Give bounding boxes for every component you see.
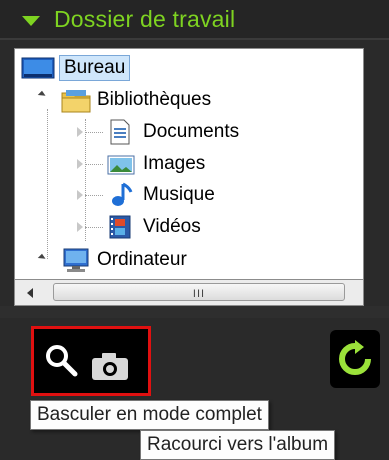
tree-item-label: Images: [143, 153, 206, 174]
scrollbar-thumb[interactable]: III: [53, 283, 345, 301]
tree-connector: [47, 109, 48, 259]
panel-header[interactable]: Dossier de travail: [0, 0, 389, 40]
tree-expander-closed-icon[interactable]: [77, 127, 83, 137]
tree-expander-closed-icon[interactable]: [77, 222, 83, 232]
panel-footer-strip: [0, 306, 389, 318]
tree-connector: [85, 227, 103, 228]
tree-item-videos[interactable]: Vidéos: [105, 212, 201, 242]
picture-icon: [107, 155, 135, 175]
desktop-icon: [21, 57, 55, 79]
tree-expander-closed-icon[interactable]: [77, 159, 83, 169]
folder-tree[interactable]: Bureau Bibliothèques Documents Images Mu…: [14, 48, 364, 280]
tree-item-documents[interactable]: Documents: [105, 117, 239, 147]
tree-item-label: Ordinateur: [97, 249, 187, 270]
scroll-left-arrow-icon[interactable]: [27, 288, 33, 298]
tooltip-album-shortcut: Racourci vers l'album: [140, 430, 336, 460]
tree-expander-open-icon[interactable]: [37, 90, 47, 100]
horizontal-scrollbar[interactable]: III: [14, 280, 364, 306]
collapse-caret-icon[interactable]: [22, 16, 40, 26]
tree-item-label: Bureau: [59, 55, 131, 81]
search-mode-button[interactable]: [31, 326, 151, 396]
tree-item-label: Vidéos: [143, 216, 201, 237]
tree-expander-open-icon[interactable]: [37, 253, 47, 263]
tree-connector: [85, 132, 103, 133]
tree-expander-closed-icon[interactable]: [77, 190, 83, 200]
tree-item-ordinateur[interactable]: Ordinateur: [61, 245, 187, 275]
tree-item-musique[interactable]: Musique: [105, 180, 215, 210]
music-note-icon: [112, 182, 133, 206]
tree-item-bibliotheques[interactable]: Bibliothèques: [61, 85, 211, 115]
camera-icon: [92, 353, 128, 380]
tree-connector: [85, 164, 103, 165]
document-icon: [110, 119, 130, 145]
tree-item-images[interactable]: Images: [105, 149, 205, 179]
tree-item-bureau[interactable]: Bureau: [21, 53, 131, 83]
tree-connector: [85, 119, 86, 241]
video-film-icon: [109, 215, 131, 239]
tree-item-label: Documents: [143, 121, 240, 142]
refresh-button[interactable]: [330, 330, 380, 388]
refresh-icon: [339, 340, 371, 375]
computer-icon: [63, 248, 89, 272]
scrollbar-grip: III: [192, 288, 206, 300]
panel-title: Dossier de travail: [54, 5, 236, 32]
search-magnifier-icon: [46, 345, 78, 377]
tree-connector: [85, 195, 103, 196]
tree-item-label: Musique: [143, 184, 215, 205]
tooltip-toggle-mode: Basculer en mode complet: [30, 400, 269, 430]
tree-item-label: Bibliothèques: [97, 89, 212, 110]
libraries-folder-icon: [61, 90, 91, 113]
